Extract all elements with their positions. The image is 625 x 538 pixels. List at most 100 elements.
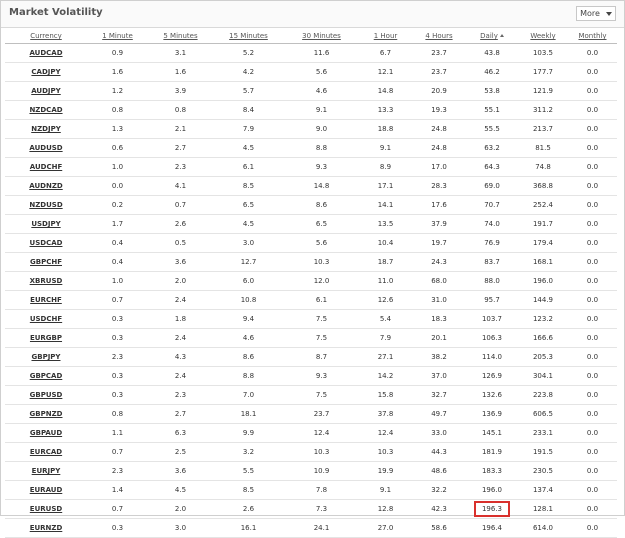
column-header-15-minutes[interactable]: 15 Minutes [213,29,284,44]
currency-pair-link[interactable]: CADJPY [5,62,87,82]
volatility-cell: 0.0 [568,252,617,272]
volatility-cell: 46.2 [466,62,518,82]
currency-pair-link[interactable]: AUDUSD [5,138,87,158]
volatility-cell: 132.6 [466,385,518,405]
column-header-weekly[interactable]: Weekly [518,29,568,44]
volatility-cell: 37.8 [359,404,412,424]
currency-pair-link[interactable]: AUDCHF [5,157,87,177]
column-header-4-hours[interactable]: 4 Hours [412,29,466,44]
currency-pair-link[interactable]: GBPJPY [5,347,87,367]
currency-pair-link[interactable]: EURJPY [5,461,87,481]
column-header-label: Daily [480,32,498,40]
table-row: AUDJPY 1.2 3.9 5.7 4.6 14.8 20.9 53.8 121.9 0.0 [5,81,617,101]
currency-pair-link[interactable]: EURAUD [5,480,87,500]
volatility-cell: 2.3 [87,461,148,481]
volatility-cell: 123.2 [518,309,568,329]
currency-pair-link[interactable]: GBPCHF [5,252,87,272]
volatility-cell: 14.2 [359,366,412,386]
currency-pair-link[interactable]: AUDNZD [5,176,87,196]
column-header-monthly[interactable]: Monthly [568,29,617,44]
currency-pair-link[interactable]: AUDJPY [5,81,87,101]
column-header-1-minute[interactable]: 1 Minute [87,29,148,44]
table-row: EURGBP 0.3 2.4 4.6 7.5 7.9 20.1 106.3 166.6 0.0 [5,328,617,348]
table-row: USDJPY 1.7 2.6 4.5 6.5 13.5 37.9 74.0 191.7 0.0 [5,214,617,234]
volatility-cell: 17.1 [359,176,412,196]
table-row: EURCHF 0.7 2.4 10.8 6.1 12.6 31.0 95.7 144.9 0.0 [5,290,617,310]
volatility-cell: 103.7 [466,309,518,329]
volatility-cell: 58.6 [412,518,466,538]
volatility-cell: 230.5 [518,461,568,481]
column-header-30-minutes[interactable]: 30 Minutes [284,29,359,44]
volatility-cell: 4.5 [213,138,284,158]
volatility-cell: 0.0 [568,461,617,481]
volatility-cell: 9.9 [213,423,284,443]
volatility-cell: 0.0 [568,518,617,538]
volatility-cell: 37.0 [412,366,466,386]
volatility-cell: 6.5 [284,214,359,234]
column-header-daily[interactable]: Daily [466,29,518,44]
volatility-cell: 4.6 [284,81,359,101]
currency-pair-link[interactable]: GBPCAD [5,366,87,386]
volatility-cell: 121.9 [518,81,568,101]
volatility-cell: 106.3 [466,328,518,348]
column-header-label: Weekly [530,32,556,40]
volatility-cell: 6.1 [213,157,284,177]
currency-pair-link[interactable]: NZDUSD [5,195,87,215]
volatility-cell: 33.0 [412,423,466,443]
volatility-cell: 4.5 [148,480,213,500]
column-header-label: 5 Minutes [163,32,198,40]
widget-title: Market Volatility [9,7,103,18]
volatility-cell: 24.1 [284,518,359,538]
volatility-cell: 19.3 [412,100,466,120]
volatility-cell: 23.7 [284,404,359,424]
currency-pair-link[interactable]: USDJPY [5,214,87,234]
currency-pair-link[interactable]: GBPUSD [5,385,87,405]
column-header-1-hour[interactable]: 1 Hour [359,29,412,44]
table-row: EURCAD 0.7 2.5 3.2 10.3 10.3 44.3 181.9 191.5 0.0 [5,442,617,462]
volatility-cell: 4.5 [213,214,284,234]
volatility-cell: 0.0 [568,176,617,196]
table-row: NZDUSD 0.2 0.7 6.5 8.6 14.1 17.6 70.7 252.4 0.0 [5,195,617,215]
volatility-cell: 43.8 [466,43,518,63]
currency-pair-link[interactable]: EURNZD [5,518,87,538]
volatility-cell: 12.7 [213,252,284,272]
volatility-cell: 183.3 [466,461,518,481]
currency-pair-link[interactable]: XBRUSD [5,271,87,291]
currency-pair-link[interactable]: NZDCAD [5,100,87,120]
table-row: EURNZD 0.3 3.0 16.1 24.1 27.0 58.6 196.4 614.0 0.… [5,518,617,538]
currency-pair-link[interactable]: EURCAD [5,442,87,462]
volatility-cell: 0.5 [148,233,213,253]
volatility-cell: 368.8 [518,176,568,196]
currency-pair-link[interactable]: AUDCAD [5,43,87,63]
volatility-cell: 196.0 [466,480,518,500]
volatility-cell: 44.3 [412,442,466,462]
currency-pair-link[interactable]: USDCHF [5,309,87,329]
volatility-cell: 0.0 [568,233,617,253]
volatility-cell: 2.3 [148,385,213,405]
volatility-cell: 2.3 [148,157,213,177]
volatility-cell: 81.5 [518,138,568,158]
volatility-cell: 14.8 [359,81,412,101]
table-row: AUDNZD 0.0 4.1 8.5 14.8 17.1 28.3 69.0 368.8 0.0 [5,176,617,196]
volatility-cell: 3.1 [148,43,213,63]
column-header-5-minutes[interactable]: 5 Minutes [148,29,213,44]
currency-pair-link[interactable]: GBPNZD [5,404,87,424]
volatility-cell: 10.3 [359,442,412,462]
volatility-cell: 6.0 [213,271,284,291]
volatility-cell: 0.7 [87,290,148,310]
table-row: AUDCHF 1.0 2.3 6.1 9.3 8.9 17.0 64.3 74.8 0.0 [5,157,617,177]
currency-pair-link[interactable]: EURCHF [5,290,87,310]
volatility-cell: 5.4 [359,309,412,329]
currency-pair-link[interactable]: GBPAUD [5,423,87,443]
volatility-cell: 213.7 [518,119,568,139]
volatility-cell: 0.0 [568,119,617,139]
currency-pair-link[interactable]: NZDJPY [5,119,87,139]
volatility-cell: 179.4 [518,233,568,253]
column-header-currency[interactable]: Currency [5,29,87,44]
currency-pair-link[interactable]: USDCAD [5,233,87,253]
volatility-cell: 0.0 [568,328,617,348]
volatility-cell: 0.3 [87,328,148,348]
currency-pair-link[interactable]: EURGBP [5,328,87,348]
more-button[interactable]: More [576,6,616,21]
volatility-cell: 0.0 [568,138,617,158]
